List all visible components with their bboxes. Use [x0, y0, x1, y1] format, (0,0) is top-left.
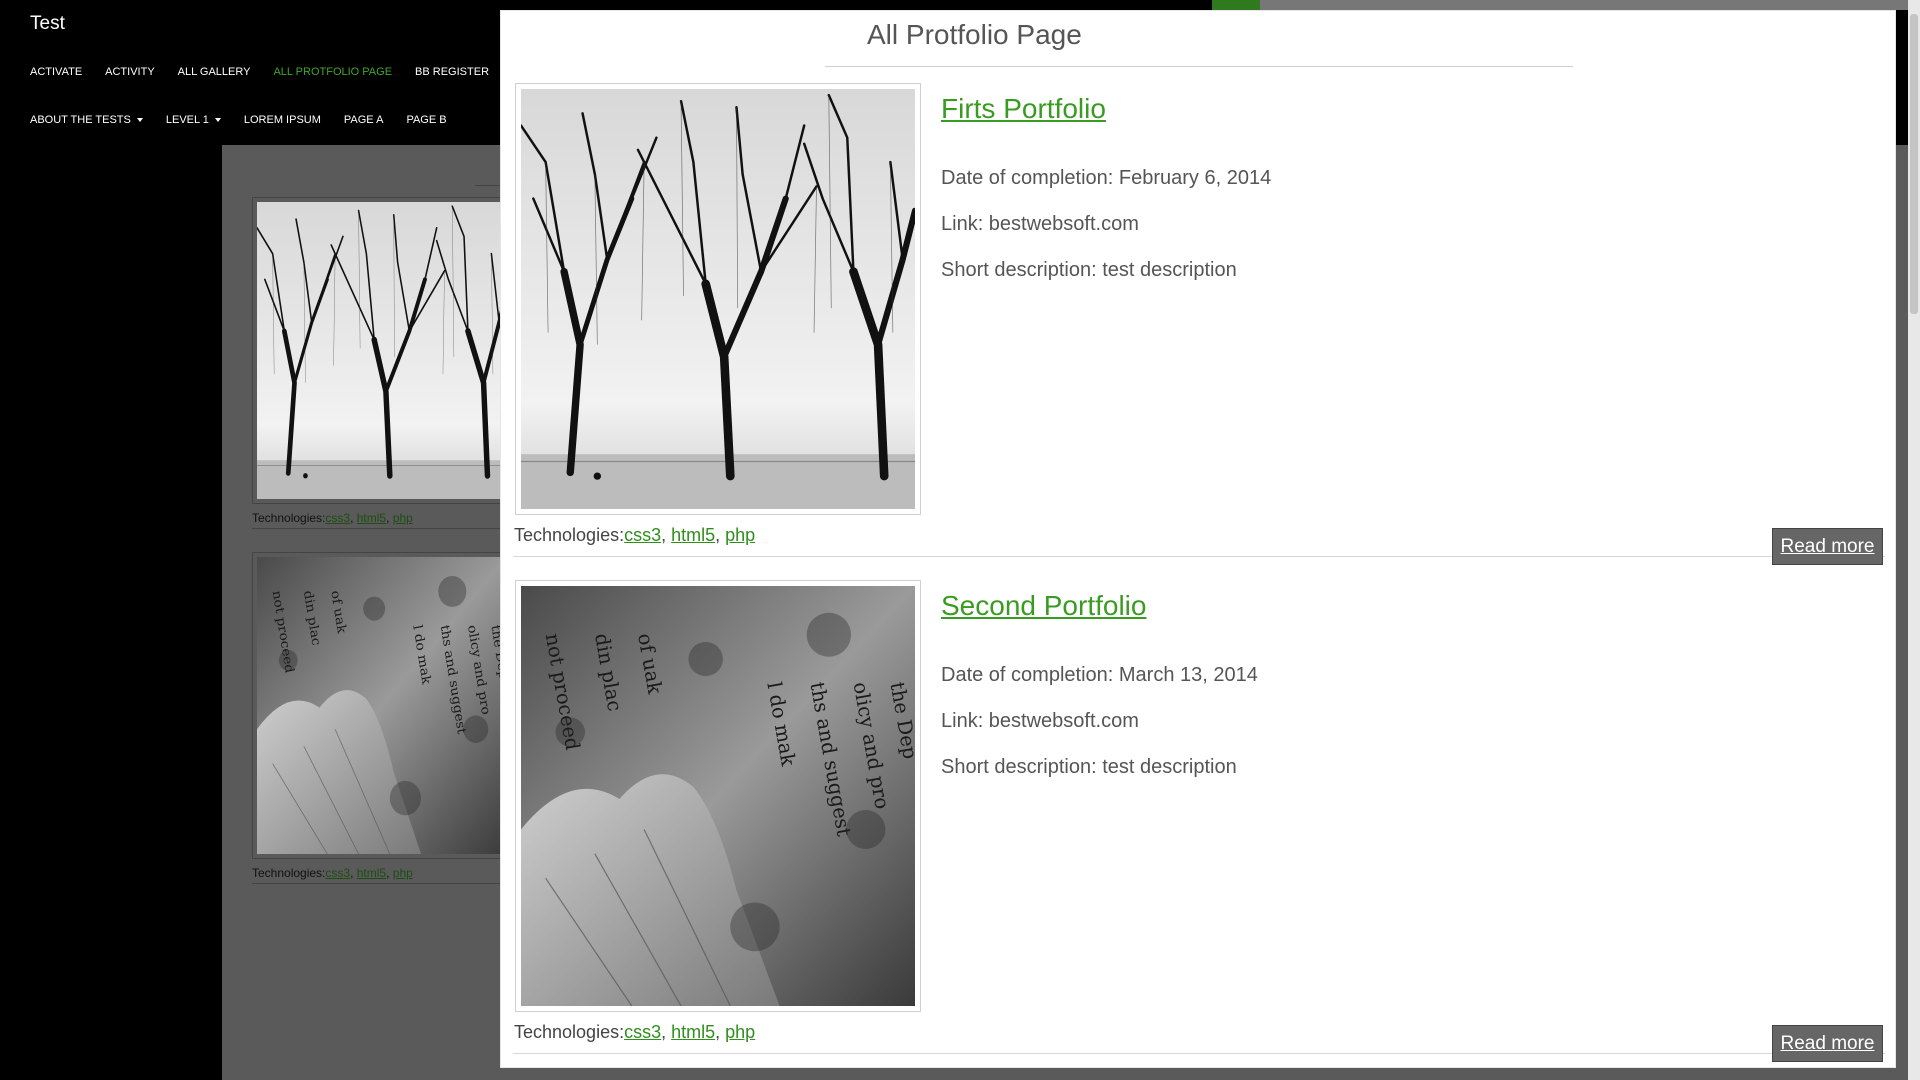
tech-link-html5[interactable]: html5 — [357, 511, 386, 525]
background-technologies: Technologies:css3, html5, php — [252, 511, 413, 525]
torn-paper-icon — [521, 586, 915, 1006]
technologies-label: Technologies: — [252, 866, 326, 880]
divider — [513, 556, 1885, 557]
tech-link-html5[interactable]: html5 — [671, 525, 715, 545]
tech-separator: , — [715, 525, 726, 545]
tech-link-css3[interactable]: css3 — [624, 525, 661, 545]
completion-date: Date of completion: February 6, 2014 — [941, 167, 1272, 189]
tech-link-php[interactable]: php — [725, 525, 755, 545]
short-description: Short description: test description — [941, 259, 1237, 281]
tech-separator: , — [350, 866, 357, 880]
tech-link-css3[interactable]: css3 — [325, 511, 350, 525]
technologies-label: Technologies: — [514, 525, 625, 545]
nav-item-page-a[interactable]: PAGE A — [344, 114, 384, 126]
divider — [513, 1053, 1885, 1054]
read-more-button[interactable]: Read more — [1772, 528, 1883, 565]
page-title: All Protfolio Page — [867, 19, 1082, 50]
technologies-label: Technologies: — [514, 1022, 625, 1042]
divider — [252, 528, 502, 529]
trees-icon — [257, 202, 507, 499]
page-scrollbar[interactable] — [1908, 0, 1920, 1080]
nav-item-lorem-ipsum[interactable]: LOREM IPSUM — [244, 114, 321, 126]
tech-separator: , — [715, 1022, 726, 1042]
nav-item-level-1[interactable]: LEVEL 1 — [166, 114, 221, 126]
technologies-label: Technologies: — [252, 511, 326, 525]
site-title[interactable]: Test — [30, 13, 65, 35]
tech-separator: , — [386, 866, 393, 880]
primary-nav: ACTIVATE ACTIVITY ALL GALLERY ALL PROTFO… — [30, 66, 542, 78]
tech-link-php[interactable]: php — [393, 866, 413, 880]
header-strip — [1260, 0, 1920, 10]
tech-link-css3[interactable]: css3 — [325, 866, 350, 880]
background-portfolio-image[interactable] — [252, 197, 512, 504]
nav-item-activate[interactable]: ACTIVATE — [30, 66, 82, 78]
portfolio-image[interactable] — [515, 83, 921, 515]
tech-separator: , — [386, 511, 393, 525]
tech-link-css3[interactable]: css3 — [624, 1022, 661, 1042]
background-portfolio-image[interactable] — [252, 552, 512, 859]
portfolio-link-text: Link: bestwebsoft.com — [941, 710, 1139, 732]
header-accent-strip — [1212, 0, 1260, 10]
tech-link-php[interactable]: php — [725, 1022, 755, 1042]
chevron-down-icon — [136, 118, 143, 122]
tech-separator: , — [350, 511, 357, 525]
nav-item-about-the-tests[interactable]: ABOUT THE TESTS — [30, 114, 143, 126]
technologies: Technologies:css3, html5, php — [514, 1022, 755, 1043]
trees-icon — [521, 89, 915, 509]
tech-link-html5[interactable]: html5 — [671, 1022, 715, 1042]
scrollbar-thumb[interactable] — [1910, 14, 1918, 314]
chevron-down-icon — [214, 118, 221, 122]
divider — [252, 883, 502, 884]
portfolio-title-link[interactable]: Firts Portfolio — [941, 93, 1106, 125]
completion-date: Date of completion: March 13, 2014 — [941, 664, 1258, 686]
portfolio-lightbox: All Protfolio Page Firts Portfolio Date … — [500, 10, 1896, 1068]
torn-paper-icon — [257, 557, 507, 854]
nav-item-bb-register[interactable]: BB REGISTER — [415, 66, 489, 78]
read-more-button[interactable]: Read more — [1772, 1025, 1883, 1062]
tech-link-html5[interactable]: html5 — [357, 866, 386, 880]
tech-separator: , — [661, 525, 672, 545]
nav-item-page-b[interactable]: PAGE B — [406, 114, 446, 126]
technologies: Technologies:css3, html5, php — [514, 525, 755, 546]
tech-link-php[interactable]: php — [393, 511, 413, 525]
nav-item-label: ABOUT THE TESTS — [30, 114, 131, 126]
secondary-nav: ABOUT THE TESTS LEVEL 1 LOREM IPSUM PAGE… — [30, 114, 470, 126]
short-description: Short description: test description — [941, 756, 1237, 778]
nav-item-activity[interactable]: ACTIVITY — [105, 66, 155, 78]
nav-item-label: LEVEL 1 — [165, 114, 209, 126]
portfolio-title-link[interactable]: Second Portfolio — [941, 590, 1146, 622]
nav-item-all-portfolio-page[interactable]: ALL PROTFOLIO PAGE — [273, 66, 392, 78]
nav-item-all-gallery[interactable]: ALL GALLERY — [178, 66, 251, 78]
portfolio-link-text: Link: bestwebsoft.com — [941, 213, 1139, 235]
portfolio-image[interactable] — [515, 580, 921, 1012]
background-technologies: Technologies:css3, html5, php — [252, 866, 413, 880]
tech-separator: , — [661, 1022, 672, 1042]
divider — [825, 66, 1573, 67]
